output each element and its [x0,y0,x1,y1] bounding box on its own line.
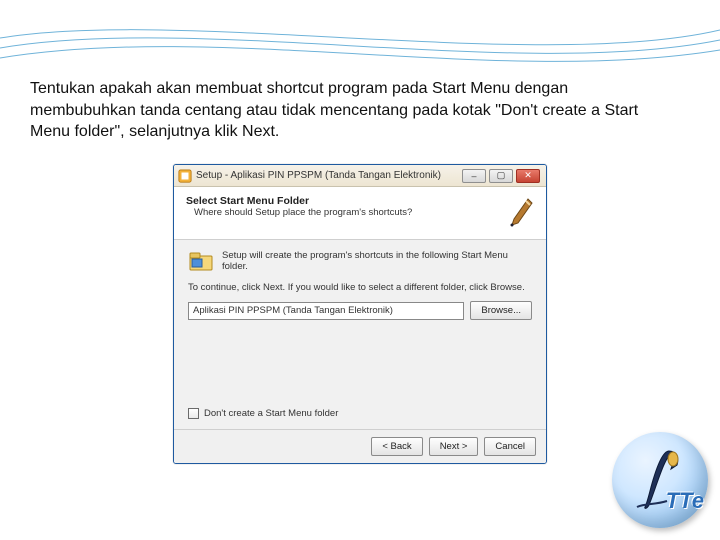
dont-create-checkbox-row[interactable]: Don't create a Start Menu folder [188,408,338,419]
pen-icon [500,195,536,231]
start-menu-folder-input[interactable] [188,302,464,320]
browse-button[interactable]: Browse... [470,301,532,320]
continue-text: To continue, click Next. If you would li… [188,282,532,293]
description-text: Setup will create the program's shortcut… [222,250,532,272]
slide-instruction-text: Tentukan apakah akan membuat shortcut pr… [30,78,660,143]
back-button[interactable]: < Back [371,437,422,456]
checkbox-icon[interactable] [188,408,199,419]
folder-icon [188,248,214,274]
decorative-swoosh [0,0,720,80]
slide-logo-bubble: TTe [612,432,708,528]
app-icon [178,169,192,183]
banner-heading: Select Start Menu Folder [186,195,412,207]
wizard-banner: Select Start Menu Folder Where should Se… [174,187,546,240]
banner-subtext: Where should Setup place the program's s… [194,207,412,218]
checkbox-label: Don't create a Start Menu folder [204,408,338,419]
cancel-button[interactable]: Cancel [484,437,536,456]
maximize-button[interactable]: ▢ [489,169,513,183]
setup-wizard-window: Setup - Aplikasi PIN PPSPM (Tanda Tangan… [173,164,547,464]
logo-text: TTe [666,488,704,514]
close-button[interactable]: ✕ [516,169,540,183]
window-titlebar: Setup - Aplikasi PIN PPSPM (Tanda Tangan… [174,165,546,187]
next-button[interactable]: Next > [429,437,479,456]
window-title: Setup - Aplikasi PIN PPSPM (Tanda Tangan… [196,170,462,181]
wizard-footer: < Back Next > Cancel [174,429,546,463]
minimize-button[interactable]: – [462,169,486,183]
